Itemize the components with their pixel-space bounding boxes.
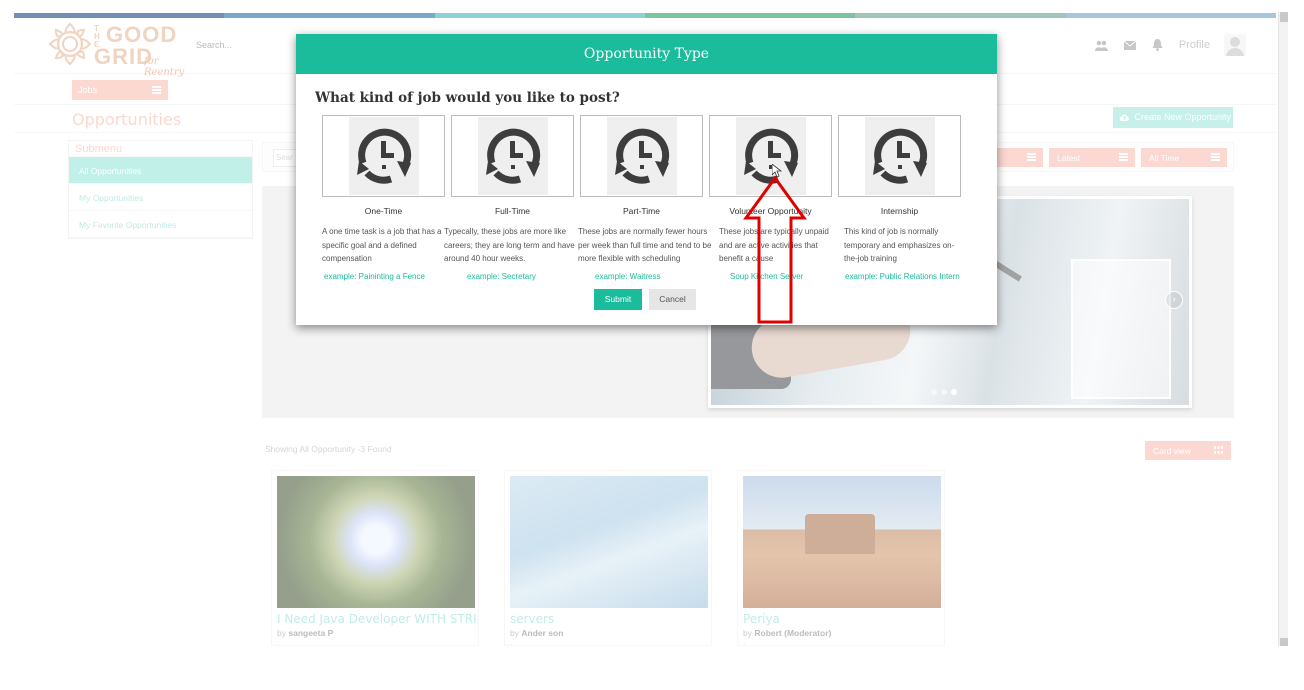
scroll-down-arrow[interactable] xyxy=(1280,638,1288,646)
option-part-time: Part-Time These jobs are normally fewer … xyxy=(578,115,711,281)
option-example: example: Public Relations Intern xyxy=(845,272,960,281)
option-description: This kind of job is normally temporary a… xyxy=(844,227,955,263)
annotation-arrow-icon xyxy=(743,175,807,324)
option-one-time-tile[interactable] xyxy=(322,115,445,197)
clock-refresh-icon xyxy=(477,117,548,195)
clock-refresh-icon xyxy=(606,117,677,195)
option-title: One-Time xyxy=(364,206,403,216)
option-one-time: One-Time A one time task is a job that h… xyxy=(322,115,445,281)
option-full-time-tile[interactable] xyxy=(451,115,574,197)
option-description: A one time task is a job that has a spec… xyxy=(322,227,442,263)
option-example: example: Waitress xyxy=(595,272,661,281)
clock-refresh-icon xyxy=(348,117,419,195)
modal-title: Opportunity Type xyxy=(296,34,997,74)
page-scrollbar[interactable] xyxy=(1278,12,1288,646)
scroll-up-arrow[interactable] xyxy=(1280,12,1288,22)
submit-button[interactable]: Submit xyxy=(594,289,642,310)
option-description: These jobs are normally fewer hours per … xyxy=(578,227,712,263)
option-example: example: Secretary xyxy=(467,272,536,281)
cancel-button[interactable]: Cancel xyxy=(649,289,696,310)
opportunity-type-modal: Opportunity Type What kind of job would … xyxy=(296,34,997,325)
option-full-time: Full-Time Typecally, these jobs are more… xyxy=(444,115,575,281)
modal-question: What kind of job would you like to post? xyxy=(315,90,620,106)
option-internship-tile[interactable] xyxy=(838,115,961,197)
option-title: Full-Time xyxy=(494,206,531,216)
option-internship: Internship This kind of job is normally … xyxy=(838,115,961,281)
option-example: example: Paininting a Fence xyxy=(324,272,425,281)
option-part-time-tile[interactable] xyxy=(580,115,703,197)
option-title: Internship xyxy=(880,206,919,216)
option-description: Typecally, these jobs are more like care… xyxy=(444,227,575,263)
clock-refresh-icon xyxy=(864,117,935,195)
page: THE GOOD GRID for Reentry Profile xyxy=(0,0,1304,690)
option-title: Part-Time xyxy=(623,206,660,216)
